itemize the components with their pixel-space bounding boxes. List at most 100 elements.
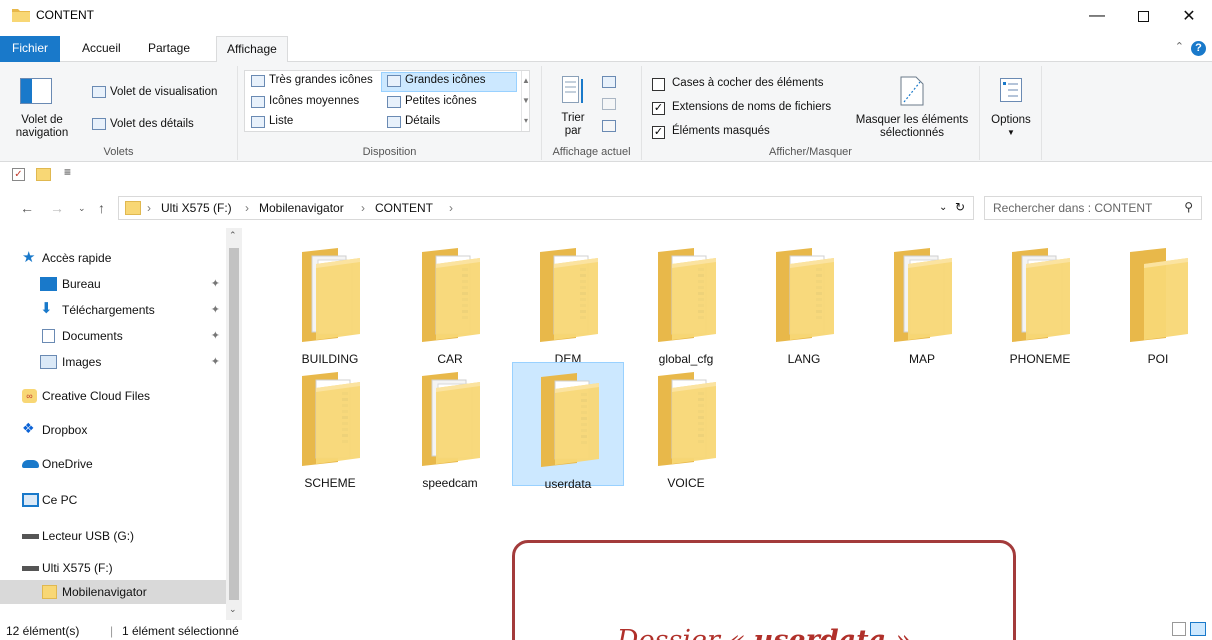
preview-pane-button[interactable]: Volet de visualisation (110, 86, 217, 98)
sidebar-item-creative-cloud[interactable]: ∞ Creative Cloud Files (0, 384, 226, 408)
title-bar: CONTENT — ✕ (0, 0, 1212, 36)
search-icon: ⚲ (1184, 200, 1193, 214)
tab-fichier[interactable]: Fichier (0, 36, 60, 62)
new-folder-icon[interactable] (36, 168, 51, 181)
layout-small-icons[interactable]: Petites icônes (405, 95, 477, 107)
hide-selected-button[interactable]: Masquer les éléments sélectionnés (848, 70, 976, 146)
large-icons-icon (387, 75, 401, 87)
details-pane-button[interactable]: Volet des détails (110, 118, 194, 130)
tab-affichage[interactable]: Affichage (216, 36, 288, 63)
hidden-items-label: Éléments masqués (672, 125, 770, 137)
folder-item[interactable]: VOICE (630, 362, 742, 490)
folder-item[interactable]: MAP (866, 238, 978, 366)
scrollbar-thumb[interactable] (229, 248, 239, 600)
options-button[interactable]: Options ▼ (984, 70, 1038, 146)
details-view-icon[interactable] (1172, 622, 1186, 636)
sidebar-item-label: Accès rapide (42, 251, 112, 265)
layout-medium-icons[interactable]: Icônes moyennes (269, 95, 359, 107)
quick-access-toolbar: ✓ ≡ (0, 162, 1212, 188)
callout-prefix: Dossier « (617, 625, 754, 640)
selection-count: 1 élément sélectionné (122, 624, 239, 638)
add-columns-icon[interactable] (602, 98, 616, 110)
tab-partage[interactable]: Partage (138, 36, 200, 62)
sidebar-item-images[interactable]: Images ✦ (0, 350, 226, 374)
sidebar-item-acces-rapide[interactable]: ★ Accès rapide (0, 246, 226, 270)
sidebar-item-label: Ce PC (42, 493, 78, 507)
tab-accueil[interactable]: Accueil (72, 36, 131, 62)
refresh-icon[interactable]: ↻ (955, 200, 965, 214)
sidebar-item-bureau[interactable]: Bureau ✦ (0, 272, 226, 296)
collapse-ribbon-icon[interactable]: ⌃ (1175, 40, 1184, 53)
search-input[interactable]: Rechercher dans : CONTENT ⚲ (984, 196, 1202, 220)
folder-item[interactable]: userdata (512, 362, 624, 491)
sidebar-scrollbar[interactable]: ⌃ ⌄ (226, 228, 242, 620)
sidebar-item-documents[interactable]: Documents ✦ (0, 324, 226, 348)
folder-icon (302, 248, 360, 342)
pin-icon[interactable]: ✦ (211, 303, 220, 316)
onedrive-icon (22, 460, 39, 468)
folder-item[interactable]: POI (1102, 238, 1212, 366)
sidebar-item-label: Bureau (62, 277, 101, 291)
scroll-down-icon[interactable]: ⌄ (229, 604, 237, 615)
forward-arrow-icon[interactable]: → (50, 200, 64, 216)
properties-icon[interactable]: ✓ (12, 168, 25, 181)
drive-icon (22, 566, 39, 571)
breadcrumb-content[interactable]: CONTENT (375, 201, 433, 215)
sidebar-item-ce-pc[interactable]: Ce PC (0, 488, 226, 512)
sidebar-item-onedrive[interactable]: OneDrive (0, 452, 226, 476)
group-by-icon[interactable] (602, 76, 616, 88)
up-arrow-icon[interactable]: ↑ (98, 200, 105, 216)
back-arrow-icon[interactable]: ← (20, 200, 34, 216)
maximize-button[interactable] (1120, 0, 1166, 32)
navigation-pane-button[interactable]: Volet de navigation (6, 72, 78, 142)
folder-item[interactable]: PHONEME (984, 238, 1096, 366)
hidden-items-checkbox[interactable]: ✓ (652, 126, 665, 139)
layout-extra-large-icons[interactable]: Très grandes icônes (269, 74, 373, 86)
pin-icon[interactable]: ✦ (211, 277, 220, 290)
size-columns-icon[interactable] (602, 120, 616, 132)
pin-icon[interactable]: ✦ (211, 329, 220, 342)
folder-item[interactable]: SCHEME (274, 362, 386, 490)
breadcrumb-drive[interactable]: Ulti X575 (F:) (161, 201, 232, 215)
documents-icon (42, 329, 55, 343)
large-icons-view-icon[interactable] (1190, 622, 1206, 636)
folder-name: PHONEME (1009, 352, 1071, 366)
callout-suffix: » (886, 625, 912, 640)
recent-locations-icon[interactable]: ⌄ (78, 203, 86, 214)
address-bar[interactable]: › Ulti X575 (F:) › Mobilenavigator › CON… (118, 196, 974, 220)
address-folder-icon (125, 201, 141, 215)
group-label-affichage-actuel: Affichage actuel (552, 146, 631, 158)
sidebar-item-dropbox[interactable]: ❖ Dropbox (0, 418, 226, 442)
sidebar-item-ulti-f[interactable]: Ulti X575 (F:) (0, 556, 226, 580)
sort-by-button[interactable]: Trier par (550, 70, 594, 146)
sidebar-item-telechargements[interactable]: ⬇ Téléchargements ✦ (0, 298, 226, 322)
minimize-button[interactable]: — (1074, 0, 1120, 32)
folder-icon (1130, 248, 1188, 342)
scroll-up-icon[interactable]: ⌃ (229, 230, 237, 241)
computer-icon (22, 493, 39, 507)
breadcrumb-mobilenavigator[interactable]: Mobilenavigator (259, 201, 344, 215)
folder-item[interactable]: speedcam (394, 362, 506, 490)
folder-item[interactable]: DEM (512, 238, 624, 366)
folder-item[interactable]: global_cfg (630, 238, 742, 366)
folder-icon (422, 248, 480, 342)
customize-toolbar-icon[interactable]: ≡ (64, 165, 71, 179)
layout-details[interactable]: Détails (405, 115, 440, 127)
ribbon: Volet de navigation Volet de visualisati… (0, 62, 1212, 162)
file-extensions-checkbox[interactable]: ✓ (652, 102, 665, 115)
folder-item[interactable]: BUILDING (274, 238, 386, 366)
sidebar-item-usb-g[interactable]: Lecteur USB (G:) (0, 524, 226, 548)
help-icon[interactable]: ? (1191, 41, 1206, 56)
sidebar-item-mobilenavigator[interactable]: Mobilenavigator (0, 580, 226, 604)
close-button[interactable]: ✕ (1166, 0, 1212, 32)
layout-list[interactable]: Liste (269, 115, 293, 127)
history-dropdown-icon[interactable]: ⌄ (939, 202, 947, 213)
layout-scroll[interactable]: ▲ ▼ ▾ (521, 71, 530, 131)
callout-folder-name: userdata (754, 625, 887, 640)
small-icons-icon (387, 96, 401, 108)
item-checkboxes-checkbox[interactable] (652, 78, 665, 91)
folder-item[interactable]: CAR (394, 238, 506, 366)
layout-large-icons[interactable]: Grandes icônes (405, 74, 486, 86)
pin-icon[interactable]: ✦ (211, 355, 220, 368)
folder-item[interactable]: LANG (748, 238, 860, 366)
